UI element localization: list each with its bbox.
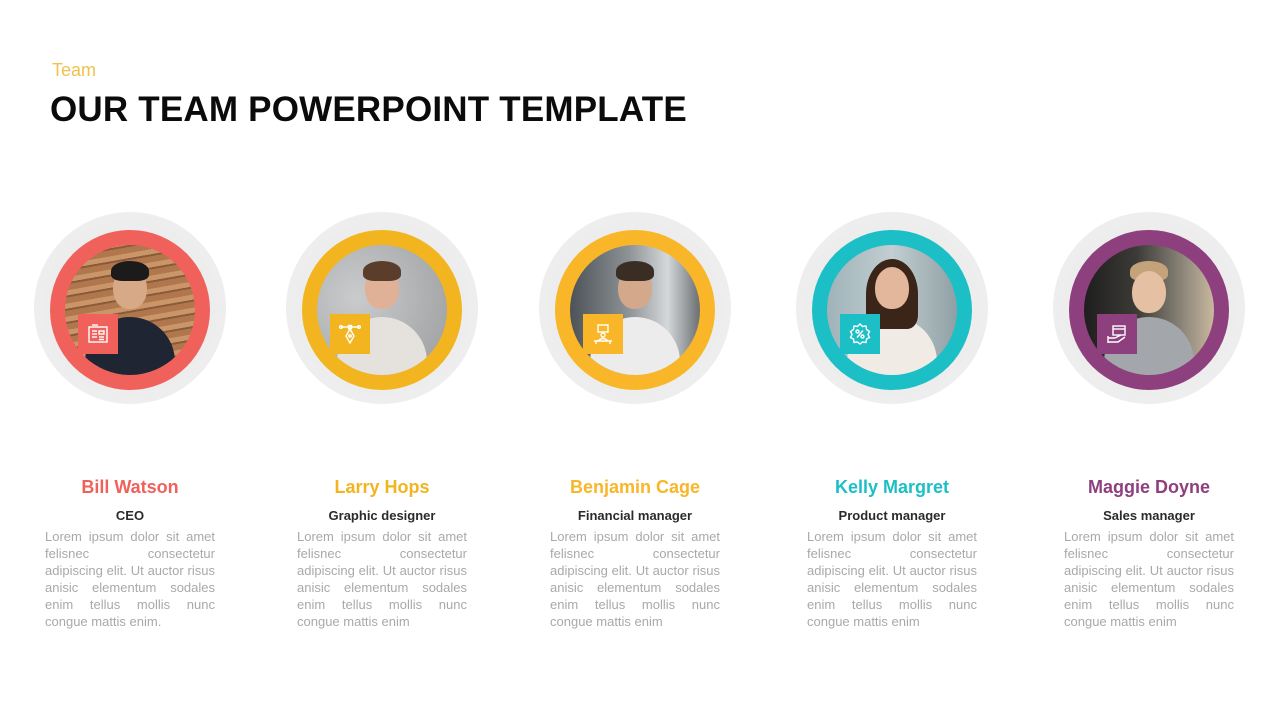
member-description: Lorem ipsum dolor sit amet felisnec cons… bbox=[807, 529, 977, 629]
member-description: Lorem ipsum dolor sit amet felisnec cons… bbox=[1064, 529, 1234, 629]
member-role: Financial manager bbox=[577, 508, 693, 523]
role-icon-tab bbox=[1097, 314, 1137, 354]
eyebrow-label: Team bbox=[52, 60, 97, 80]
member-name: Larry Hops bbox=[334, 477, 430, 497]
member-description: Lorem ipsum dolor sit amet felisnec cons… bbox=[297, 529, 467, 629]
member-name: Bill Watson bbox=[81, 477, 179, 497]
member-role: Product manager bbox=[838, 508, 946, 523]
member-description: Lorem ipsum dolor sit amet felisnec cons… bbox=[45, 529, 215, 629]
member-photo bbox=[827, 245, 957, 375]
member-role: Sales manager bbox=[1103, 508, 1195, 523]
photo-ring bbox=[50, 230, 210, 390]
photo-ring bbox=[812, 230, 972, 390]
member-photo bbox=[1084, 245, 1214, 375]
role-icon-tab bbox=[583, 314, 623, 354]
member-description: Lorem ipsum dolor sit amet felisnec cons… bbox=[550, 529, 720, 629]
percent-badge-icon bbox=[849, 323, 871, 345]
role-icon-tab bbox=[78, 314, 118, 354]
role-icon-tab bbox=[840, 314, 880, 354]
member-name: Benjamin Cage bbox=[569, 477, 701, 497]
photo-ring bbox=[1069, 230, 1229, 390]
member-role: CEO bbox=[115, 508, 145, 523]
role-icon-tab bbox=[330, 314, 370, 354]
page-title: OUR TEAM POWERPOINT TEMPLATE bbox=[50, 90, 687, 129]
desk-worker-icon bbox=[594, 324, 612, 344]
member-name: Kelly Margret bbox=[834, 477, 950, 497]
member-photo bbox=[65, 245, 195, 375]
hand-box-icon bbox=[1107, 325, 1126, 343]
member-photo bbox=[317, 245, 447, 375]
member-name: Maggie Doyne bbox=[1087, 477, 1211, 497]
photo-ring bbox=[302, 230, 462, 390]
member-photo bbox=[570, 245, 700, 375]
pen-tool-icon bbox=[339, 324, 362, 345]
newspaper-icon bbox=[88, 324, 108, 343]
member-role: Graphic designer bbox=[328, 508, 436, 523]
photo-ring bbox=[555, 230, 715, 390]
